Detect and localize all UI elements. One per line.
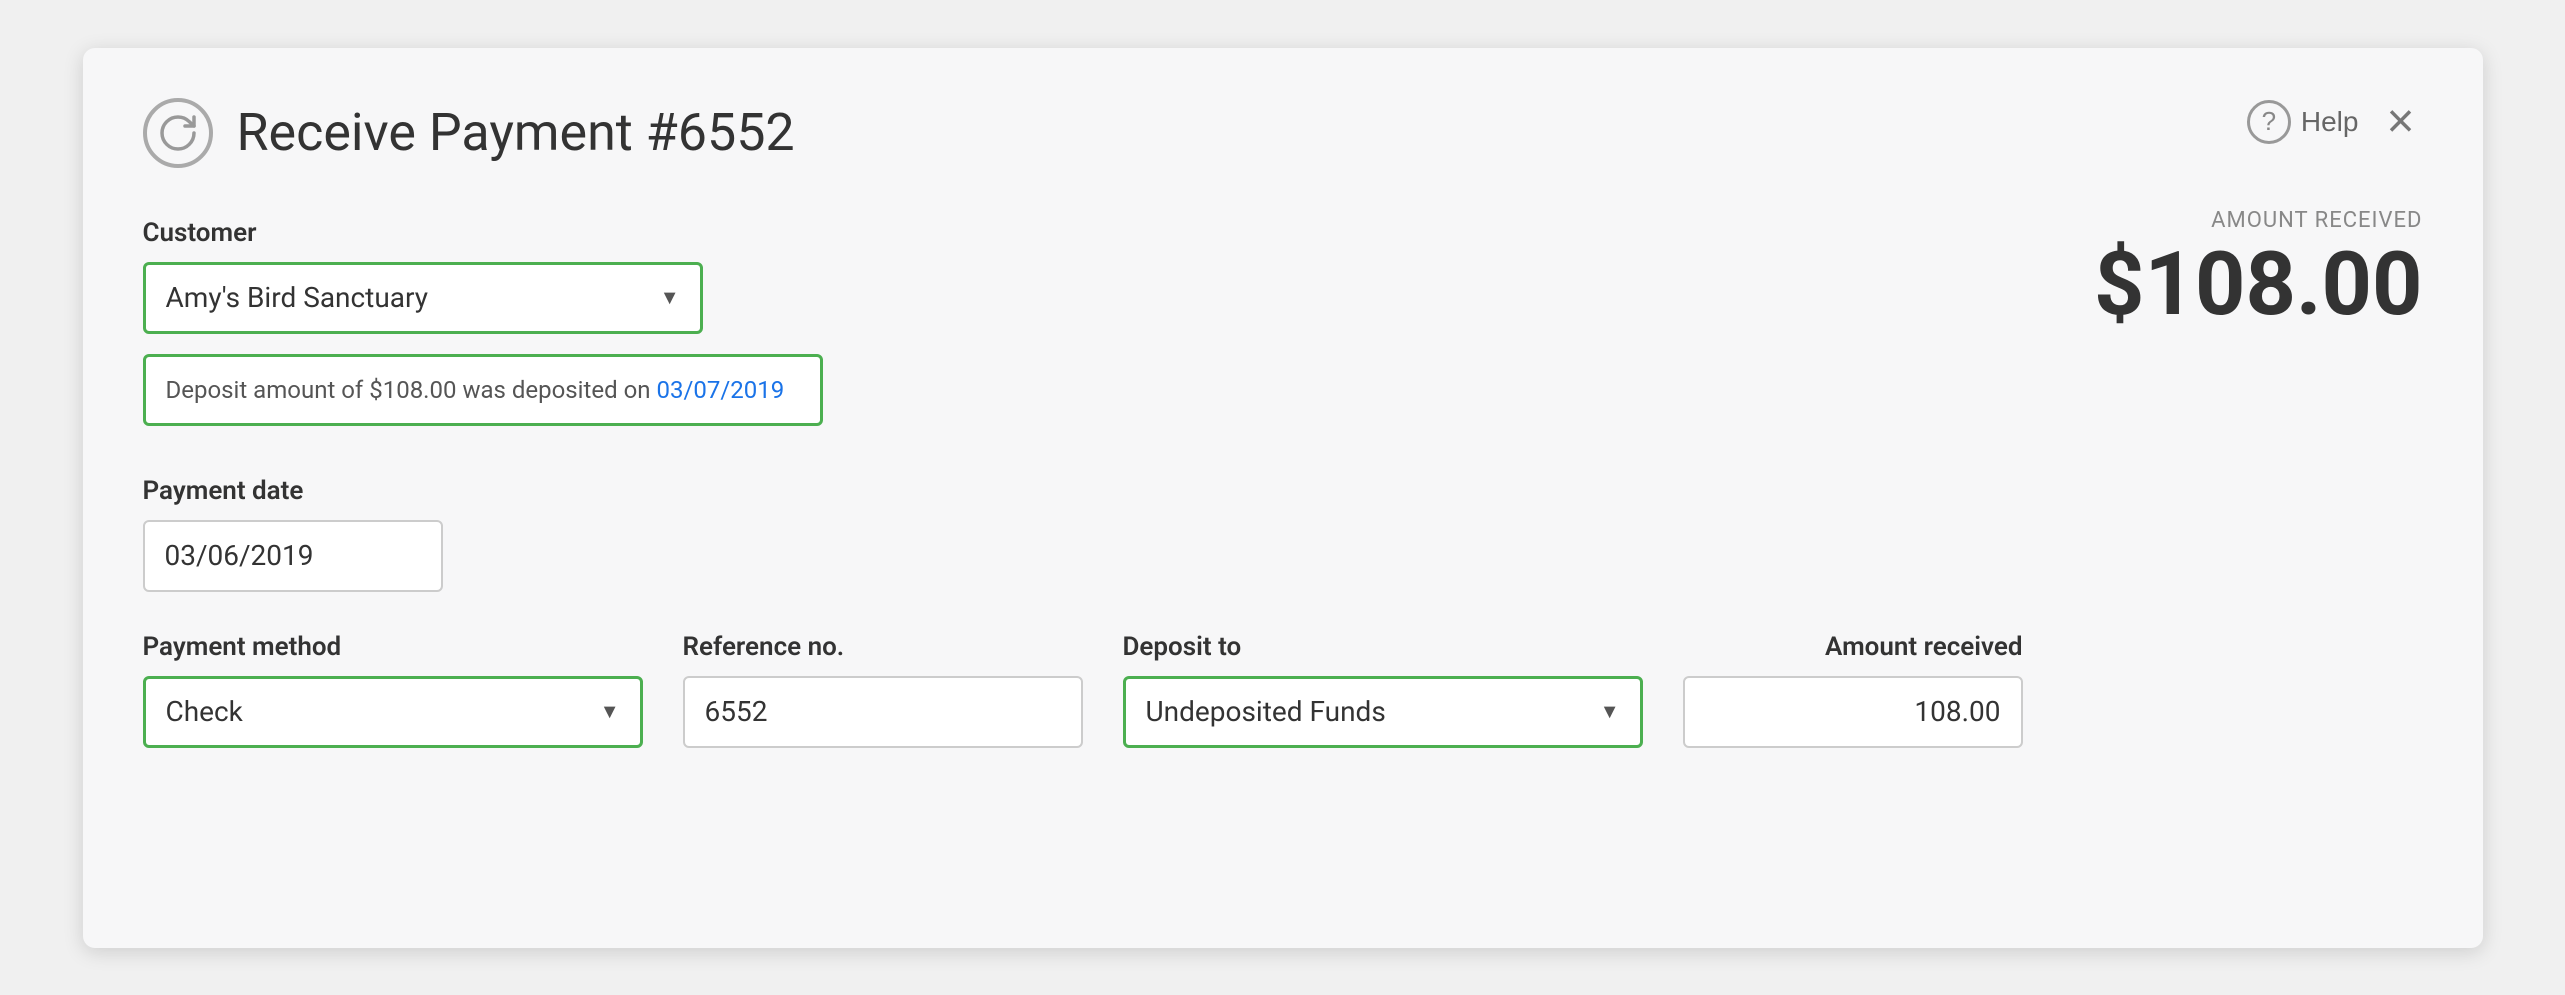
payment-date-section: Payment date 03/06/2019 <box>143 476 2423 592</box>
form-section: Customer Amy's Bird Sanctuary ▼ Deposit … <box>143 218 2423 748</box>
reference-no-value: 6552 <box>705 695 768 728</box>
customer-select[interactable]: Amy's Bird Sanctuary ▼ <box>143 262 703 334</box>
reference-no-label: Reference no. <box>683 632 1083 662</box>
deposit-to-value: Undeposited Funds <box>1146 695 1386 728</box>
amount-received-label: AMOUNT RECEIVED <box>2094 208 2422 233</box>
payment-date-label: Payment date <box>143 476 2423 506</box>
reference-no-group: Reference no. 6552 <box>683 632 1083 748</box>
deposit-notice: Deposit amount of $108.00 was deposited … <box>143 354 823 426</box>
help-label: Help <box>2301 106 2359 138</box>
payment-method-label: Payment method <box>143 632 643 662</box>
amount-received-field-label: Amount received <box>1683 632 2023 662</box>
customer-label: Customer <box>143 218 2423 248</box>
customer-select-box[interactable]: Amy's Bird Sanctuary ▼ <box>143 262 703 334</box>
payment-method-select[interactable]: Check ▼ <box>143 676 643 748</box>
deposit-notice-text: Deposit amount of $108.00 was deposited … <box>166 376 651 404</box>
customer-dropdown-arrow: ▼ <box>660 285 680 310</box>
receive-payment-modal: Receive Payment #6552 ? Help × AMOUNT RE… <box>83 48 2483 948</box>
payment-method-group: Payment method Check ▼ <box>143 632 643 748</box>
deposit-notice-date-link[interactable]: 03/07/2019 <box>657 376 785 404</box>
help-button[interactable]: ? Help <box>2247 100 2359 144</box>
deposit-to-group: Deposit to Undeposited Funds ▼ <box>1123 632 1643 748</box>
help-circle-icon: ? <box>2247 100 2291 144</box>
amount-received-input[interactable]: 108.00 <box>1683 676 2023 748</box>
amount-received-field-group: Amount received 108.00 <box>1683 632 2023 748</box>
payment-method-arrow: ▼ <box>600 699 620 724</box>
amount-received-section: AMOUNT RECEIVED $108.00 <box>2094 208 2422 329</box>
deposit-to-select[interactable]: Undeposited Funds ▼ <box>1123 676 1643 748</box>
deposit-to-arrow: ▼ <box>1600 699 1620 724</box>
header-actions: ? Help × <box>2247 98 2423 146</box>
customer-value: Amy's Bird Sanctuary <box>166 281 428 314</box>
payment-date-input[interactable]: 03/06/2019 <box>143 520 443 592</box>
payment-method-value: Check <box>166 695 243 728</box>
amount-received-input-value: 108.00 <box>1914 695 2000 728</box>
modal-header: Receive Payment #6552 <box>143 98 2423 168</box>
close-button[interactable]: × <box>2378 98 2422 146</box>
refresh-icon <box>143 98 213 168</box>
reference-no-input[interactable]: 6552 <box>683 676 1083 748</box>
amount-received-value: $108.00 <box>2094 241 2422 329</box>
page-title: Receive Payment #6552 <box>237 102 795 163</box>
deposit-to-label: Deposit to <box>1123 632 1643 662</box>
payment-date-value: 03/06/2019 <box>165 539 314 572</box>
bottom-fields-row: Payment method Check ▼ Reference no. 655… <box>143 632 2423 748</box>
